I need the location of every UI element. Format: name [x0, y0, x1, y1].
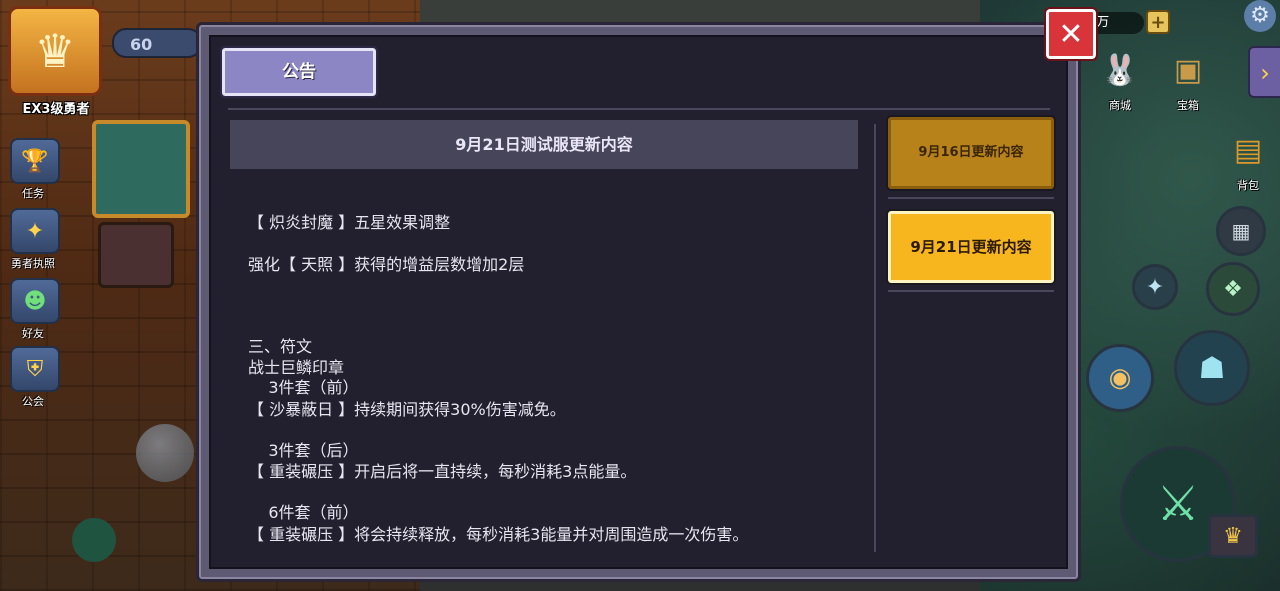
right-hud: 9万 + ⚙ 🐰 商城 ▣ 宝箱 › ▤ 背包 ▦ ✦ ❖ ◉ ☗ ⚔ ♛	[1080, 0, 1280, 591]
chest-label: 宝箱	[1177, 99, 1199, 112]
article-content[interactable]: 【 炽炎封魔 】五星效果调整 强化【 天照 】获得的增益层数增加2层 三、符文 …	[248, 210, 858, 550]
guild-icon: ⛨	[10, 346, 60, 392]
level-indicator: 60	[112, 28, 202, 58]
close-icon: ✕	[1058, 16, 1084, 52]
close-button[interactable]: ✕	[1044, 7, 1098, 61]
chest-button[interactable]: ▣ 宝箱	[1160, 46, 1216, 113]
article-line: 3件套（后）	[248, 441, 359, 460]
header-divider	[228, 108, 1050, 110]
article-title: 9月21日测试服更新内容	[230, 120, 858, 169]
article-line: 强化【 天照 】获得的增益层数增加2层	[248, 255, 525, 274]
quest-button[interactable]: 🏆 任务	[10, 138, 60, 200]
notice-item-0916[interactable]: 9月16日更新内容	[886, 115, 1056, 191]
bag-icon: ▤	[1233, 132, 1263, 168]
shop-icon: 🐰	[1101, 52, 1139, 88]
skill-shuriken-button[interactable]: ✦	[1132, 264, 1178, 310]
quest-icon: 🏆	[10, 138, 60, 184]
side-divider	[888, 197, 1054, 199]
add-currency-button[interactable]: +	[1146, 10, 1170, 34]
license-icon: ✦	[10, 208, 60, 254]
tab-announcement[interactable]: 公告	[220, 46, 378, 98]
skill-orb-button[interactable]: ◉	[1086, 344, 1154, 412]
bag-button[interactable]: ▤ 背包	[1220, 126, 1276, 193]
left-hud: ♛ EX3级勇者 🏆 任务 ✦ 勇者执照 ☻ 好友 ⛨ 公会	[0, 0, 110, 591]
bag-label: 背包	[1237, 179, 1259, 192]
expand-menu-chevron-icon[interactable]: ›	[1248, 46, 1280, 98]
shop-label: 商城	[1109, 99, 1131, 112]
player-rank: EX3级勇者	[22, 102, 90, 117]
article-line: 3件套（前）	[248, 378, 359, 397]
article-line: 【 重装碾压 】开启后将一直持续，每秒消耗3点能量。	[248, 462, 637, 481]
side-divider	[888, 290, 1054, 292]
quest-label: 任务	[22, 187, 44, 200]
article-line: 【 炽炎封魔 】五星效果调整	[248, 213, 451, 232]
license-button[interactable]: ✦ 勇者执照	[10, 208, 60, 270]
friend-label: 好友	[22, 327, 44, 340]
article-line: 【 重装碾压 】将会持续释放，每秒消耗3能量并对周围造成一次伤害。	[248, 525, 749, 544]
crown-badge-icon[interactable]: ♛	[1208, 514, 1258, 558]
joystick[interactable]	[136, 424, 194, 482]
content-divider	[874, 124, 876, 552]
article-line: 三、符文	[248, 337, 313, 356]
settings-gear-icon[interactable]: ⚙	[1244, 0, 1276, 32]
shop-button[interactable]: 🐰 商城	[1092, 46, 1148, 113]
menu-grid-button[interactable]: ▦	[1216, 206, 1266, 256]
crown-icon: ♛	[34, 24, 76, 78]
article-line: 6件套（前）	[248, 503, 359, 522]
friend-button[interactable]: ☻ 好友	[10, 278, 60, 340]
player-avatar[interactable]: ♛	[8, 6, 102, 96]
skill-green-button[interactable]: ❖	[1206, 262, 1260, 316]
guild-label: 公会	[22, 395, 44, 408]
friend-icon: ☻	[10, 278, 60, 324]
guild-button[interactable]: ⛨ 公会	[10, 346, 60, 408]
article-line: 战士巨鳞印章	[248, 358, 345, 377]
chest-icon: ▣	[1173, 52, 1203, 88]
skill-dragon-button[interactable]: ☗	[1174, 330, 1250, 406]
notice-item-0921[interactable]: 9月21日更新内容	[886, 209, 1056, 285]
article-line: 【 沙暴蔽日 】持续期间获得30%伤害减免。	[248, 400, 566, 419]
license-label: 勇者执照	[11, 257, 55, 270]
